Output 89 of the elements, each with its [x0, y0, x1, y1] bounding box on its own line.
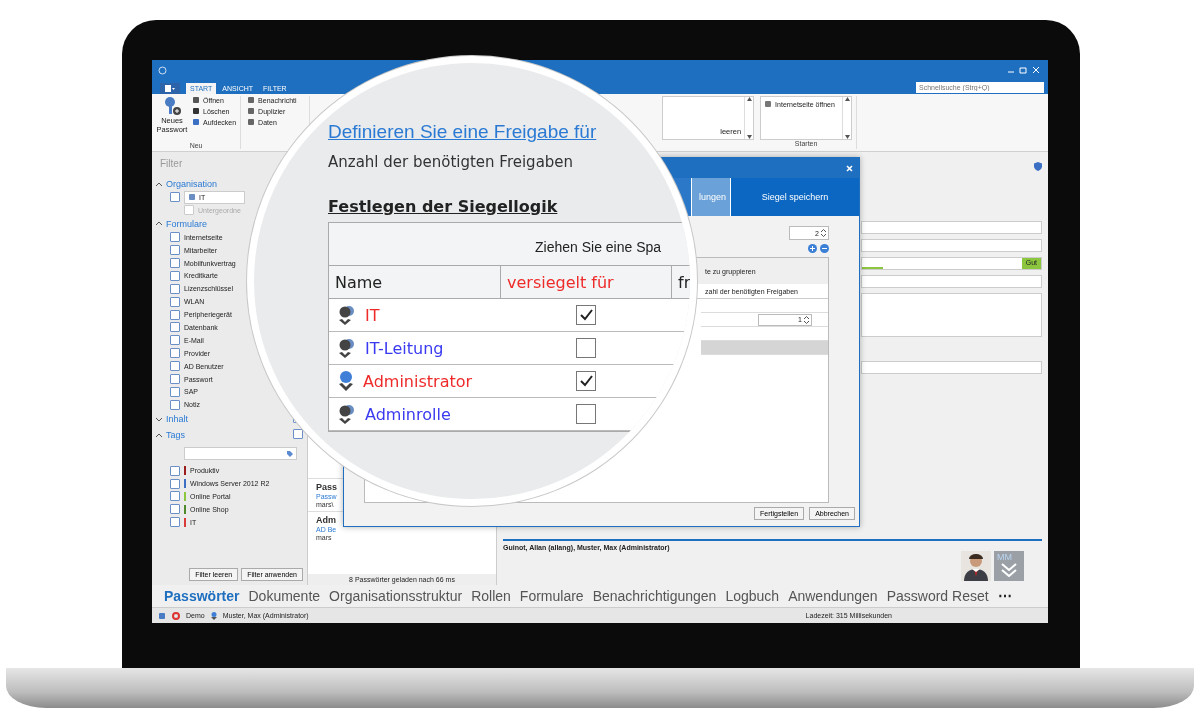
- checkbox[interactable]: [184, 205, 194, 216]
- form-field[interactable]: [861, 239, 1042, 252]
- scroll-down-icon[interactable]: [844, 135, 850, 139]
- checkbox[interactable]: [170, 374, 180, 384]
- window-controls-icon[interactable]: [1006, 66, 1042, 74]
- entry-title: Pass: [316, 482, 339, 492]
- nav-item[interactable]: Benachrichtigungen: [592, 588, 717, 604]
- tag-icon: [286, 449, 294, 458]
- drag-hint: Ziehen Sie eine Spa: [535, 239, 662, 255]
- entry-title: Adm: [316, 515, 337, 525]
- section-title[interactable]: Inhalt: [166, 414, 189, 425]
- people-icon: [337, 403, 357, 425]
- nav-item[interactable]: Rollen: [471, 588, 511, 604]
- checkbox[interactable]: [170, 491, 180, 502]
- role-name: IT-Leitung: [365, 338, 444, 358]
- checkbox[interactable]: [170, 465, 180, 476]
- nav-item[interactable]: Formulare: [519, 588, 584, 604]
- nav-item[interactable]: Logbuch: [725, 588, 780, 604]
- caret-up-icon[interactable]: [156, 221, 162, 227]
- section-title[interactable]: Organisation: [166, 179, 218, 189]
- panel-title: Filter: [160, 158, 184, 169]
- checkbox[interactable]: [170, 232, 180, 243]
- role-name: Administrator: [363, 371, 473, 391]
- form-field[interactable]: [861, 361, 1042, 374]
- checkbox[interactable]: [170, 504, 180, 515]
- chevrons-down-icon: [1001, 563, 1017, 577]
- scroll-up-icon[interactable]: [746, 97, 752, 101]
- checkbox[interactable]: [170, 335, 180, 346]
- user-icon: [210, 611, 217, 620]
- scroll-down-icon[interactable]: [746, 135, 752, 139]
- form-field[interactable]: [861, 221, 1042, 234]
- app-menu-button[interactable]: [160, 83, 180, 94]
- checkbox[interactable]: [170, 361, 180, 372]
- nav-item[interactable]: Organisationsstruktur: [329, 588, 463, 604]
- checkbox[interactable]: [170, 309, 180, 320]
- checkbox[interactable]: [170, 296, 180, 307]
- nav-item[interactable]: Dokumente: [248, 588, 321, 604]
- remove-icon[interactable]: [820, 244, 829, 253]
- section-title[interactable]: Formulare: [166, 218, 207, 229]
- checkbox[interactable]: [170, 192, 180, 203]
- checkbox[interactable]: [170, 348, 180, 359]
- checkbox[interactable]: [170, 322, 180, 333]
- people-icon: [337, 304, 357, 326]
- column-header: fr: [678, 272, 690, 292]
- more-button[interactable]: ⋯: [997, 588, 1012, 604]
- people-icon: [337, 337, 357, 359]
- magnified-heading: Definieren Sie eine Freigabe für: [328, 121, 598, 143]
- checkbox[interactable]: [170, 283, 180, 294]
- close-icon[interactable]: [846, 164, 853, 172]
- role-name: IT: [365, 305, 380, 325]
- shield-icon: [1034, 162, 1042, 171]
- caret-down-icon[interactable]: [156, 416, 162, 422]
- magnified-subheading: Anzahl der benötigten Freigaben: [328, 153, 575, 171]
- add-icon[interactable]: [808, 244, 817, 253]
- checkbox[interactable]: [576, 371, 596, 391]
- checkbox[interactable]: [170, 270, 180, 281]
- app-icon: [158, 65, 167, 75]
- table-row[interactable]: IT: [329, 299, 690, 332]
- column-header: Name: [335, 272, 383, 292]
- spin-arrows-icon[interactable]: [804, 315, 809, 324]
- checkbox[interactable]: [576, 404, 596, 424]
- checkbox[interactable]: [293, 429, 303, 440]
- tag-search-field[interactable]: [184, 447, 297, 461]
- checkbox[interactable]: [170, 517, 180, 528]
- user-icon: [337, 370, 355, 392]
- lifebuoy-icon: [172, 611, 180, 620]
- notes-field[interactable]: [861, 293, 1042, 337]
- checkbox[interactable]: [576, 305, 596, 325]
- form-field[interactable]: [861, 275, 1042, 288]
- section-title[interactable]: Tags: [166, 430, 185, 441]
- nav-item[interactable]: Passwörter: [164, 588, 240, 604]
- checkbox[interactable]: [170, 399, 180, 410]
- checkbox[interactable]: [170, 245, 180, 256]
- checkbox[interactable]: [170, 478, 180, 489]
- scroll-up-icon[interactable]: [844, 97, 850, 101]
- nav-item[interactable]: Anwendungen: [788, 588, 878, 604]
- checkbox[interactable]: [576, 338, 596, 358]
- nav-item[interactable]: Password Reset: [886, 588, 989, 604]
- column-header: versiegelt für: [507, 272, 614, 292]
- magnified-section-title: Festlegen der Siegellogik: [328, 197, 559, 216]
- caret-up-icon[interactable]: [156, 181, 162, 187]
- role-name: Adminrolle: [365, 404, 451, 424]
- caret-up-icon[interactable]: [156, 432, 162, 438]
- spin-arrows-icon[interactable]: [821, 229, 826, 237]
- avatar-initials: MM: [997, 552, 1012, 562]
- checkbox[interactable]: [170, 258, 180, 268]
- checkbox[interactable]: [170, 386, 180, 397]
- menu-icon: [165, 85, 175, 92]
- wizard-tab[interactable]: Siegel speichern: [730, 178, 859, 216]
